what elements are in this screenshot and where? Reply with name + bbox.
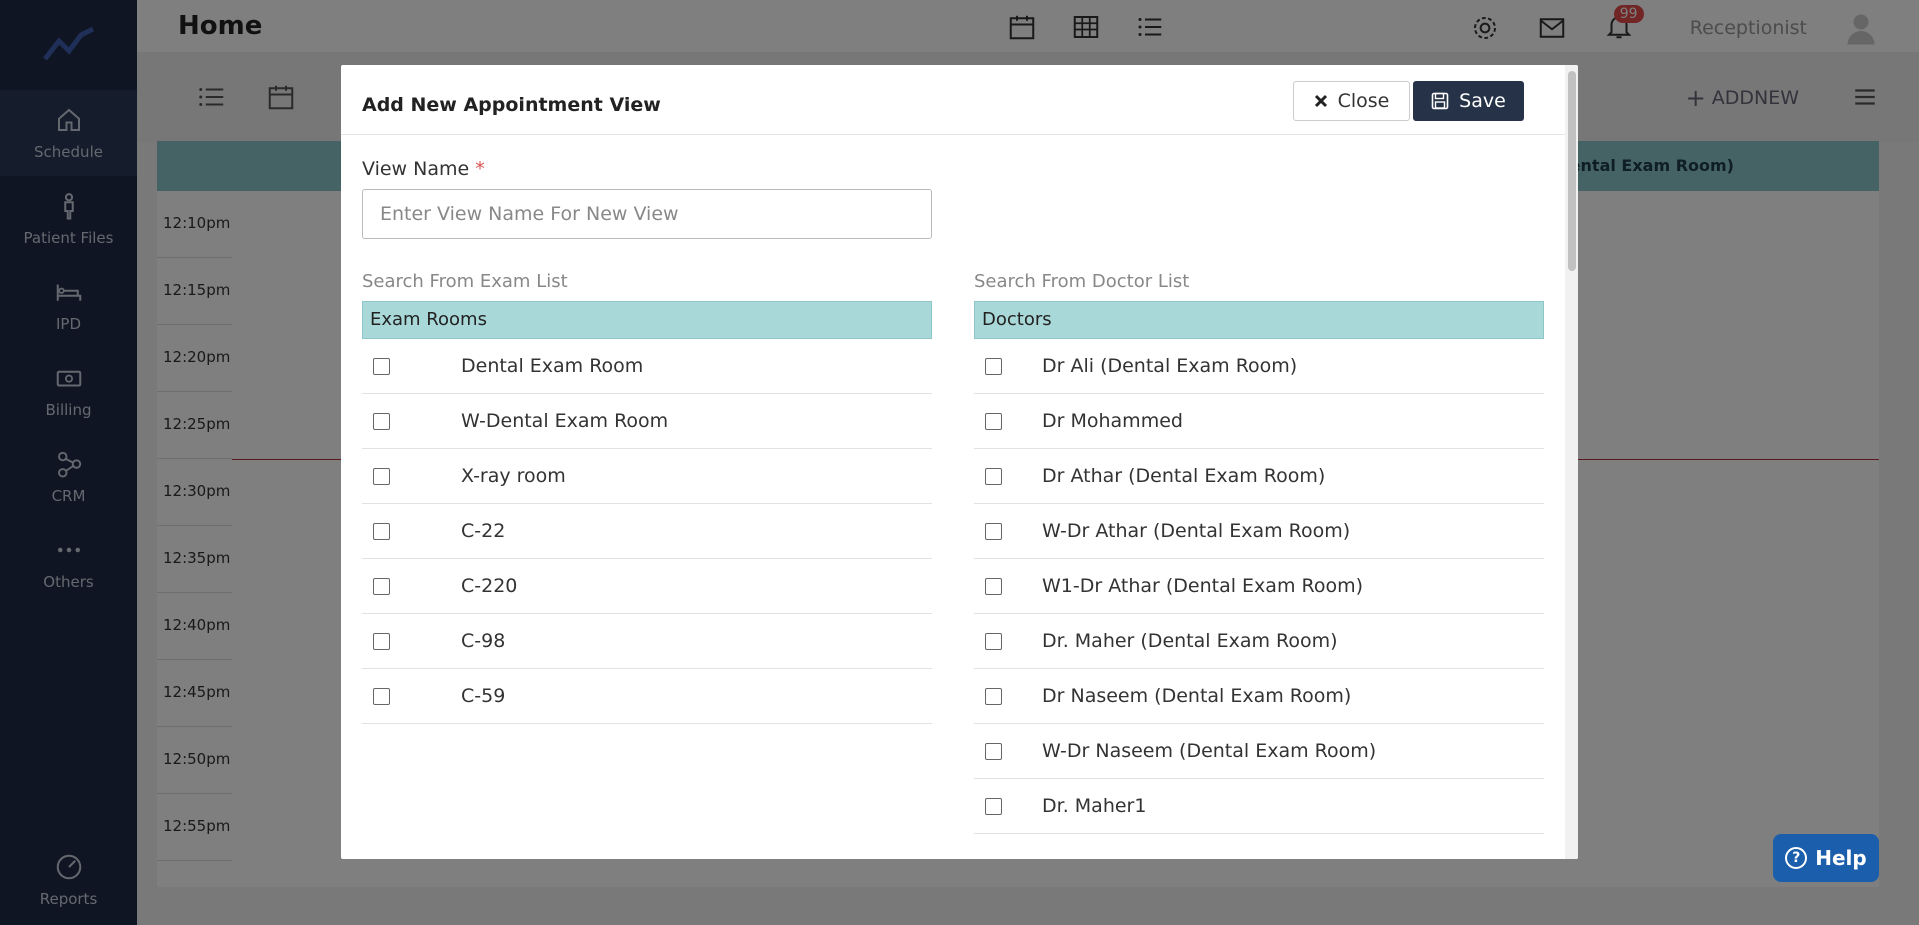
list-item[interactable]: C-22 [362,504,932,559]
modal-scrollbar[interactable] [1565,65,1578,859]
list-item-label: X-ray room [461,465,566,487]
exam-rooms-header: Exam Rooms [362,301,932,339]
list-item[interactable]: X-ray room [362,449,932,504]
list-item[interactable]: Dr Athar (Dental Exam Room) [974,449,1544,504]
modal-header: Add New Appointment View Close Save [341,65,1578,135]
checkbox[interactable] [373,577,390,595]
checkbox[interactable] [985,522,1002,540]
modal-title: Add New Appointment View [362,94,661,116]
list-item[interactable]: W-Dr Naseem (Dental Exam Room) [974,724,1544,779]
checkbox[interactable] [373,412,390,430]
list-item[interactable]: C-59 [362,669,932,724]
list-item-label: Dr Athar (Dental Exam Room) [1042,465,1326,487]
checkbox[interactable] [985,357,1002,375]
question-icon: ? [1785,847,1808,869]
save-button[interactable]: Save [1413,81,1524,121]
list-item-label: Dr Mohammed [1042,410,1183,432]
list-item-label: C-22 [461,520,506,542]
list-item-label: Dental Exam Room [461,355,644,377]
list-item-label: C-98 [461,630,506,652]
view-name-label-text: View Name [362,158,470,180]
list-item[interactable]: Dental Exam Room [362,339,932,394]
list-item[interactable]: Dr Ali (Dental Exam Room) [974,339,1544,394]
list-item-label: W1-Dr Athar (Dental Exam Room) [1042,575,1364,597]
list-item-label: W-Dental Exam Room [461,410,669,432]
exam-room-list: Search From Exam List Exam Rooms Dental … [362,271,932,724]
add-view-modal: Add New Appointment View Close Save View… [341,65,1578,859]
close-button[interactable]: Close [1293,81,1410,121]
list-item[interactable]: Dr. Maher1 [974,779,1544,834]
list-item[interactable]: Dr Naseem (Dental Exam Room) [974,669,1544,724]
list-item[interactable]: Dr. Maher (Dental Exam Room) [974,614,1544,669]
checkbox[interactable] [985,577,1002,595]
help-label: Help [1815,846,1867,870]
list-item-label: W-Dr Naseem (Dental Exam Room) [1042,740,1377,762]
list-item-label: Dr. Maher (Dental Exam Room) [1042,630,1338,652]
checkbox[interactable] [985,632,1002,650]
checkbox[interactable] [373,467,390,485]
checkbox[interactable] [985,687,1002,705]
checkbox[interactable] [985,797,1002,815]
checkbox[interactable] [373,632,390,650]
required-marker: * [475,158,485,180]
list-item-label: C-59 [461,685,506,707]
checkbox[interactable] [985,467,1002,485]
list-item[interactable]: Dr Mohammed [974,394,1544,449]
list-item[interactable]: W1-Dr Athar (Dental Exam Room) [974,559,1544,614]
view-name-input[interactable] [362,189,932,239]
view-name-label: View Name * [362,158,485,180]
list-item-label: C-220 [461,575,518,597]
list-item-label: Dr Naseem (Dental Exam Room) [1042,685,1352,707]
list-item[interactable]: W-Dr Athar (Dental Exam Room) [974,504,1544,559]
list-item-label: Dr Ali (Dental Exam Room) [1042,355,1298,377]
checkbox[interactable] [373,357,390,375]
checkbox[interactable] [373,522,390,540]
doctors-header: Doctors [974,301,1544,339]
checkbox[interactable] [985,412,1002,430]
list-item-label: Dr. Maher1 [1042,795,1147,817]
floppy-icon [1431,92,1449,110]
checkbox[interactable] [985,742,1002,760]
doctor-search-label[interactable]: Search From Doctor List [974,271,1544,301]
list-item[interactable]: C-98 [362,614,932,669]
scrollbar-thumb[interactable] [1568,71,1576,271]
list-item-label: W-Dr Athar (Dental Exam Room) [1042,520,1351,542]
close-icon [1314,94,1327,108]
save-button-label: Save [1459,90,1506,112]
exam-search-label[interactable]: Search From Exam List [362,271,932,301]
doctor-list: Search From Doctor List Doctors Dr Ali (… [974,271,1544,834]
checkbox[interactable] [373,687,390,705]
list-item[interactable]: W-Dental Exam Room [362,394,932,449]
list-item[interactable]: C-220 [362,559,932,614]
close-button-label: Close [1337,90,1390,112]
help-button[interactable]: ? Help [1773,834,1879,882]
